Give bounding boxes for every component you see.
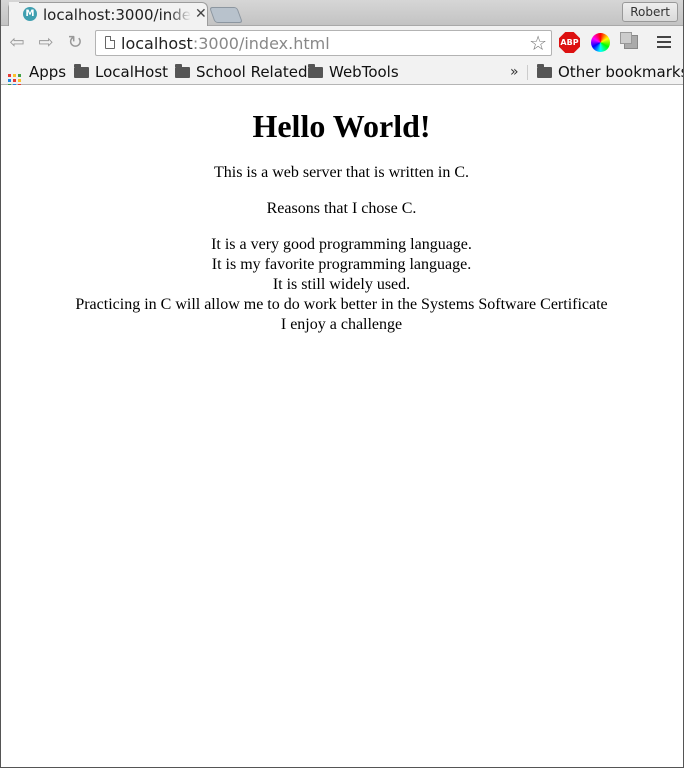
reasons-title: Reasons that I chose C. <box>266 200 417 217</box>
page-heading: Hello World! <box>252 108 431 144</box>
bookmarks-bar: Apps LocalHost School Related WebTools »… <box>0 60 684 87</box>
folder-icon <box>74 64 89 78</box>
bookmarks-separator <box>527 65 528 80</box>
apps-grid-dot <box>8 74 11 77</box>
site-favicon-icon: M <box>23 7 37 21</box>
menu-icon[interactable] <box>657 36 671 48</box>
page-icon <box>105 36 115 49</box>
active-tab[interactable]: M localhost:3000/index.html ✕ <box>8 2 208 26</box>
back-arrow-icon[interactable]: ⇦ <box>5 31 29 55</box>
bookmark-folder-localhost[interactable]: LocalHost <box>74 62 168 82</box>
folder-icon <box>537 64 552 78</box>
bookmark-label: School Related <box>196 63 308 81</box>
bookmark-folder-other[interactable]: Other bookmarks <box>537 62 684 82</box>
bookmarks-overflow-chevron-icon[interactable]: » <box>510 62 519 82</box>
adblock-extension-icon[interactable]: ABP <box>559 32 580 53</box>
bookmark-star-icon[interactable]: ☆ <box>529 32 547 54</box>
page-content: Hello World! This is a web server that i… <box>1 85 682 767</box>
bookmark-apps[interactable]: Apps <box>8 62 66 87</box>
bookmark-folder-webtools[interactable]: WebTools <box>308 62 399 82</box>
apps-grid-dot <box>18 79 21 82</box>
browser-toolbar: ⇦ ⇨ ↻ localhost:3000/index.html ☆ ABP <box>0 26 684 60</box>
url-path: :3000/index.html <box>192 34 330 53</box>
new-tab-button[interactable] <box>209 7 243 23</box>
bookmark-apps-label: Apps <box>29 63 67 81</box>
reason-item: It is my favorite programming language. <box>211 256 472 273</box>
extension-icon[interactable] <box>620 32 638 49</box>
reason-item: Practicing in C will allow me to do work… <box>75 296 608 313</box>
address-bar[interactable]: localhost:3000/index.html ☆ <box>95 30 552 56</box>
folder-icon <box>175 64 190 78</box>
tab-strip: M localhost:3000/index.html ✕ Robert <box>0 0 684 26</box>
forward-arrow-icon[interactable]: ⇨ <box>34 31 58 55</box>
bookmark-label: LocalHost <box>95 63 169 81</box>
color-picker-extension-icon[interactable] <box>591 33 610 52</box>
bookmark-label: WebTools <box>329 63 399 81</box>
bookmark-folder-school-related[interactable]: School Related <box>175 62 308 82</box>
reason-item: It is still widely used. <box>272 276 411 293</box>
tab-close-icon[interactable]: ✕ <box>195 6 207 22</box>
url-host: localhost <box>121 34 193 53</box>
apps-grid-dot <box>13 74 16 77</box>
bookmark-label: Other bookmarks <box>558 63 684 81</box>
folder-icon <box>308 64 323 78</box>
apps-grid-dot <box>8 79 11 82</box>
reason-item: I enjoy a challenge <box>280 316 403 333</box>
apps-grid-dot <box>18 74 21 77</box>
reason-item: It is a very good programming language. <box>211 236 472 253</box>
apps-grid-dot <box>13 79 16 82</box>
tab-title: localhost:3000/index.html <box>43 6 191 24</box>
url-text[interactable]: localhost:3000/index.html <box>121 34 330 53</box>
intro-text: This is a web server that is written in … <box>213 164 470 181</box>
reasons-list: It is a very good programming language. … <box>1 235 682 335</box>
profile-button[interactable]: Robert <box>622 2 678 22</box>
browser-window: M localhost:3000/index.html ✕ Robert ⇦ ⇨… <box>0 0 684 768</box>
reload-icon[interactable]: ↻ <box>63 31 87 55</box>
